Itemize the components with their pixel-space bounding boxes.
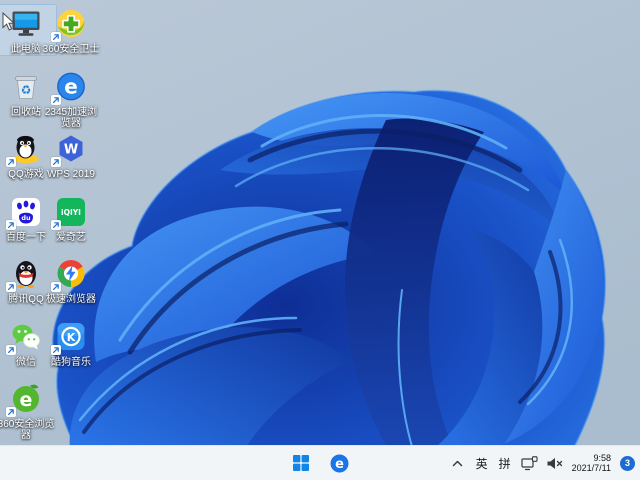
- shortcut-arrow-icon: [8, 284, 14, 290]
- shortcut-arrow-icon: [53, 159, 59, 165]
- qq-game-icon: [6, 132, 43, 167]
- volume-muted-icon: [547, 457, 562, 469]
- clock-date: 2021/7/11: [571, 463, 611, 473]
- tray-volume-muted-button[interactable]: [546, 457, 563, 470]
- ime-mode-indicator[interactable]: 拼: [498, 455, 512, 472]
- desktop[interactable]: 此电脑 360安全卫士 ♻ 回收站 e 2345加速浏览器 QQ游戏 W WPS 2019 du 百…: [0, 0, 640, 480]
- baidu-icon: du: [6, 195, 43, 230]
- svg-text:e: e: [64, 74, 78, 98]
- kugou-icon: K: [51, 320, 88, 355]
- desktop-icon-label: 腾讯QQ: [8, 294, 44, 305]
- desktop-icon-label: 回收站: [11, 106, 41, 118]
- desktop-icon-2345-browser[interactable]: e 2345加速浏览器: [40, 67, 102, 130]
- shield-360-icon: [51, 7, 88, 42]
- start-button[interactable]: [289, 451, 313, 475]
- shortcut-arrow-icon: [53, 346, 59, 353]
- shortcut-overlay: [51, 157, 61, 167]
- network-icon: [521, 455, 538, 470]
- shortcut-overlay: [51, 282, 61, 292]
- wps-icon: W: [51, 132, 88, 167]
- desktop-icon-label: QQ游戏: [8, 169, 44, 180]
- shortcut-arrow-icon: [8, 346, 14, 353]
- desktop-icon-label: WPS 2019: [47, 169, 95, 180]
- desktop-icon-360-browser[interactable]: e 360安全浏览器: [0, 379, 57, 442]
- chevron-up-icon: [452, 460, 463, 466]
- svg-text:♻: ♻: [21, 83, 32, 97]
- desktop-icon-wps-2019[interactable]: W WPS 2019: [40, 129, 102, 181]
- shortcut-overlay: [6, 157, 16, 167]
- shortcut-arrow-icon: [53, 96, 59, 103]
- taskbar-clock[interactable]: 9:58 2021/7/11: [572, 453, 611, 474]
- shortcut-overlay: [6, 219, 16, 230]
- desktop-icon-label: 360安全浏览器: [0, 419, 55, 441]
- shortcut-arrow-icon: [8, 221, 14, 228]
- desktop-icon-360-safety[interactable]: 360安全卫士: [40, 4, 102, 56]
- shortcut-overlay: [51, 32, 61, 42]
- desktop-icon-iqiyi[interactable]: iQIYI 爱奇艺: [40, 192, 102, 244]
- notification-badge[interactable]: 3: [620, 455, 635, 471]
- taskbar-pinned-browser[interactable]: e: [327, 451, 351, 475]
- desktop-icon-label: 2345加速浏览器: [44, 106, 98, 129]
- desktop-icon-label: 此电脑: [11, 44, 41, 55]
- shortcut-overlay: [6, 282, 16, 292]
- tray-chevron-button[interactable]: [450, 451, 466, 475]
- shortcut-overlay: [6, 407, 16, 417]
- chrome-speed-icon: [51, 257, 88, 292]
- iqiyi-icon: iQIYI: [51, 195, 88, 230]
- svg-text:e: e: [20, 389, 33, 411]
- browser-360-icon: e: [6, 382, 43, 417]
- desktop-icon-speed-browser[interactable]: 极速浏览器: [40, 254, 102, 306]
- edge-e-icon: e: [330, 454, 348, 472]
- desktop-icon-label: 极速浏览器: [46, 294, 96, 305]
- svg-text:iQIYI: iQIYI: [61, 208, 81, 217]
- svg-text:K: K: [67, 331, 76, 344]
- taskbar: e 英 拼 9:58 2021/7/11 3: [0, 445, 640, 480]
- svg-text:e: e: [335, 457, 344, 472]
- desktop-icon-label: 360安全卫士: [42, 44, 100, 55]
- this-pc-icon: [9, 7, 43, 41]
- shortcut-overlay: [51, 344, 61, 355]
- desktop-icon-label: 微信: [16, 356, 36, 368]
- shortcut-arrow-icon: [53, 284, 59, 290]
- wechat-icon: [6, 320, 43, 355]
- svg-text:du: du: [21, 214, 31, 222]
- shortcut-arrow-icon: [8, 159, 14, 165]
- svg-text:W: W: [64, 143, 78, 158]
- shortcut-overlay: [51, 219, 61, 230]
- desktop-icon-label: 爱奇艺: [56, 231, 86, 243]
- desktop-icon-kugou-music[interactable]: K 酷狗音乐: [40, 317, 102, 369]
- shortcut-arrow-icon: [53, 34, 59, 40]
- tray-network-button[interactable]: [521, 455, 538, 471]
- desktop-icon-label: 酷狗音乐: [51, 356, 91, 368]
- shortcut-arrow-icon: [53, 221, 59, 228]
- ime-language-indicator[interactable]: 英: [475, 455, 489, 472]
- browser-e-icon: e: [51, 70, 88, 105]
- shortcut-overlay: [51, 94, 61, 105]
- windows-start-icon: [293, 455, 309, 471]
- clock-time: 9:58: [593, 452, 611, 463]
- shortcut-overlay: [6, 344, 16, 355]
- qq-icon: [6, 257, 43, 292]
- recycle-bin-icon: ♻: [9, 70, 43, 104]
- shortcut-arrow-icon: [8, 409, 14, 415]
